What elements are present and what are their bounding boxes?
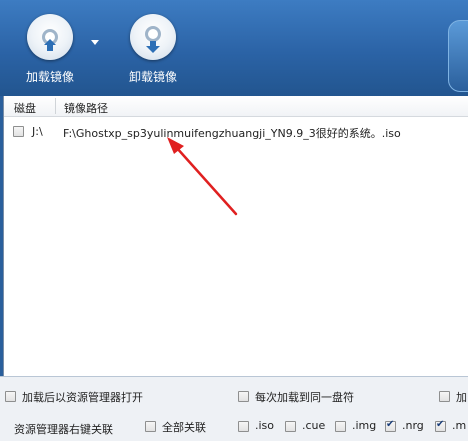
ext-iso-checkbox[interactable] <box>238 421 249 432</box>
toolbar: 加载镜像 卸载镜像 <box>0 0 468 96</box>
load-image-label: 加载镜像 <box>25 70 74 84</box>
load-same-drive-label: 每次加载到同一盘符 <box>255 391 354 404</box>
ext-cue-checkbox[interactable] <box>285 421 296 432</box>
unload-image-label: 卸载镜像 <box>128 70 177 84</box>
red-arrow-annotation <box>167 137 238 216</box>
third-option-label: 加 <box>456 391 467 404</box>
disc-unload-icon <box>130 14 176 60</box>
load-same-drive-checkbox[interactable] <box>238 391 249 402</box>
context-menu-association-label: 资源管理器右键关联 <box>14 423 113 436</box>
all-association-label: 全部关联 <box>162 421 206 434</box>
open-explorer-label: 加载后以资源管理器打开 <box>22 391 143 404</box>
window-edge-decoration <box>448 20 468 92</box>
third-option-checkbox[interactable] <box>439 391 450 402</box>
ext-cue-label: .cue <box>302 419 326 432</box>
load-image-button[interactable]: 加载镜像 <box>10 10 90 90</box>
ext-nrg-checkbox[interactable] <box>385 419 396 432</box>
open-explorer-checkbox[interactable] <box>5 391 16 402</box>
image-list[interactable]: 磁盘 镜像路径 J:\ F:\Ghostxp_sp3yulinmuifengzh… <box>3 96 468 376</box>
unload-image-button[interactable]: 卸载镜像 <box>113 10 193 90</box>
disc-load-icon <box>27 14 73 60</box>
chevron-down-icon[interactable] <box>91 40 99 45</box>
ext-nrg-label: .nrg <box>402 419 424 432</box>
ext-m-label: .m <box>452 419 467 432</box>
ext-img-label: .img <box>352 419 377 432</box>
ext-iso-label: .iso <box>255 419 275 432</box>
options-panel: 加载后以资源管理器打开 每次加载到同一盘符 加 资源管理器右键关联 全部关联 .… <box>0 376 468 441</box>
all-association-checkbox[interactable] <box>145 421 156 432</box>
ext-m-checkbox[interactable] <box>435 419 446 432</box>
ext-img-checkbox[interactable] <box>335 421 346 432</box>
